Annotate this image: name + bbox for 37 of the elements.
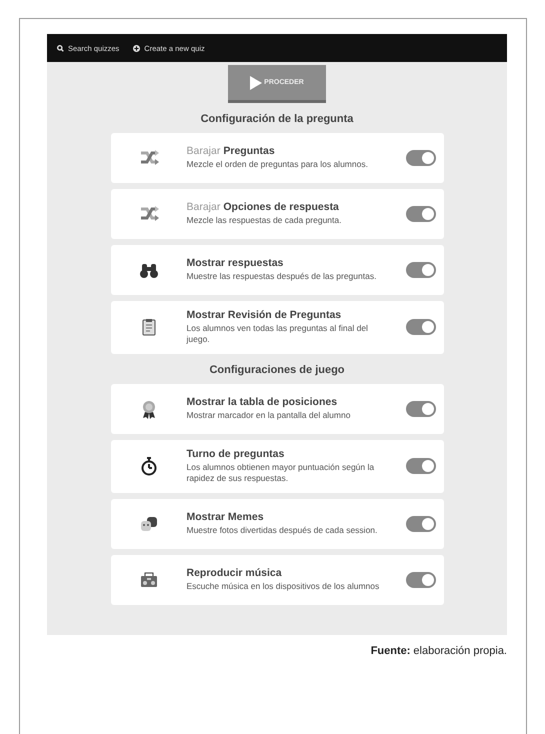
section-title: Configuraciones de juego [209, 364, 345, 376]
setting-description: Mostrar marcador en la pantalla del alumno [186, 410, 352, 422]
section-title: Configuración de la pregunta [200, 113, 354, 125]
stopwatch-icon [138, 456, 158, 476]
radio-icon [138, 570, 158, 590]
toggle-switch[interactable] [406, 150, 436, 166]
setting-title-prefix: Barajar [186, 145, 220, 158]
setting-description: Muestre fotos divertidas después de cada session. [186, 525, 378, 537]
toggle-switch[interactable] [406, 572, 436, 588]
shuffle-icon [138, 148, 158, 168]
setting-title: Turno de preguntas [186, 448, 284, 460]
toggle-switch[interactable] [406, 262, 436, 278]
setting-title-prefix: Barajar [186, 201, 220, 214]
setting-description: Mezcle las respuestas de cada pregunta. [186, 215, 342, 227]
setting-description: Escuche música en los dispositivos de los alumnos [186, 581, 380, 593]
setting-title: Mostrar respuestas [186, 257, 284, 270]
toggle-switch[interactable] [406, 206, 436, 222]
setting-description: Muestre las respuestas después de las preguntas. [186, 271, 378, 283]
setting-description: Los alumnos obtienen mayor puntuación según la rapidez de sus respuestas. [186, 462, 376, 485]
setting-description: Los alumnos ven todas las preguntas al final del juego. [186, 323, 369, 346]
caption-label: Fuente: [370, 644, 410, 657]
toggle-switch[interactable] [406, 458, 436, 474]
caption-text: elaboración propia. [413, 644, 507, 657]
search-icon [57, 44, 64, 52]
setting-description: Mezcle el orden de preguntas para los alumnos. [186, 159, 369, 171]
setting-title: Opciones de respuesta [223, 201, 339, 214]
plus-circle-icon [133, 44, 140, 52]
setting-title: Reproducir música [186, 567, 282, 580]
setting-title: Mostrar Revisión de Preguntas [186, 309, 342, 321]
toggle-switch[interactable] [406, 516, 436, 532]
play-icon [250, 76, 262, 90]
setting-title: Mostrar la tabla de posiciones [186, 396, 338, 408]
toggle-switch[interactable] [406, 319, 436, 336]
toggle-switch[interactable] [406, 400, 436, 417]
setting-title: Preguntas [223, 145, 275, 158]
setting-title: Mostrar Memes [186, 511, 264, 524]
shuffle-icon [138, 204, 158, 224]
